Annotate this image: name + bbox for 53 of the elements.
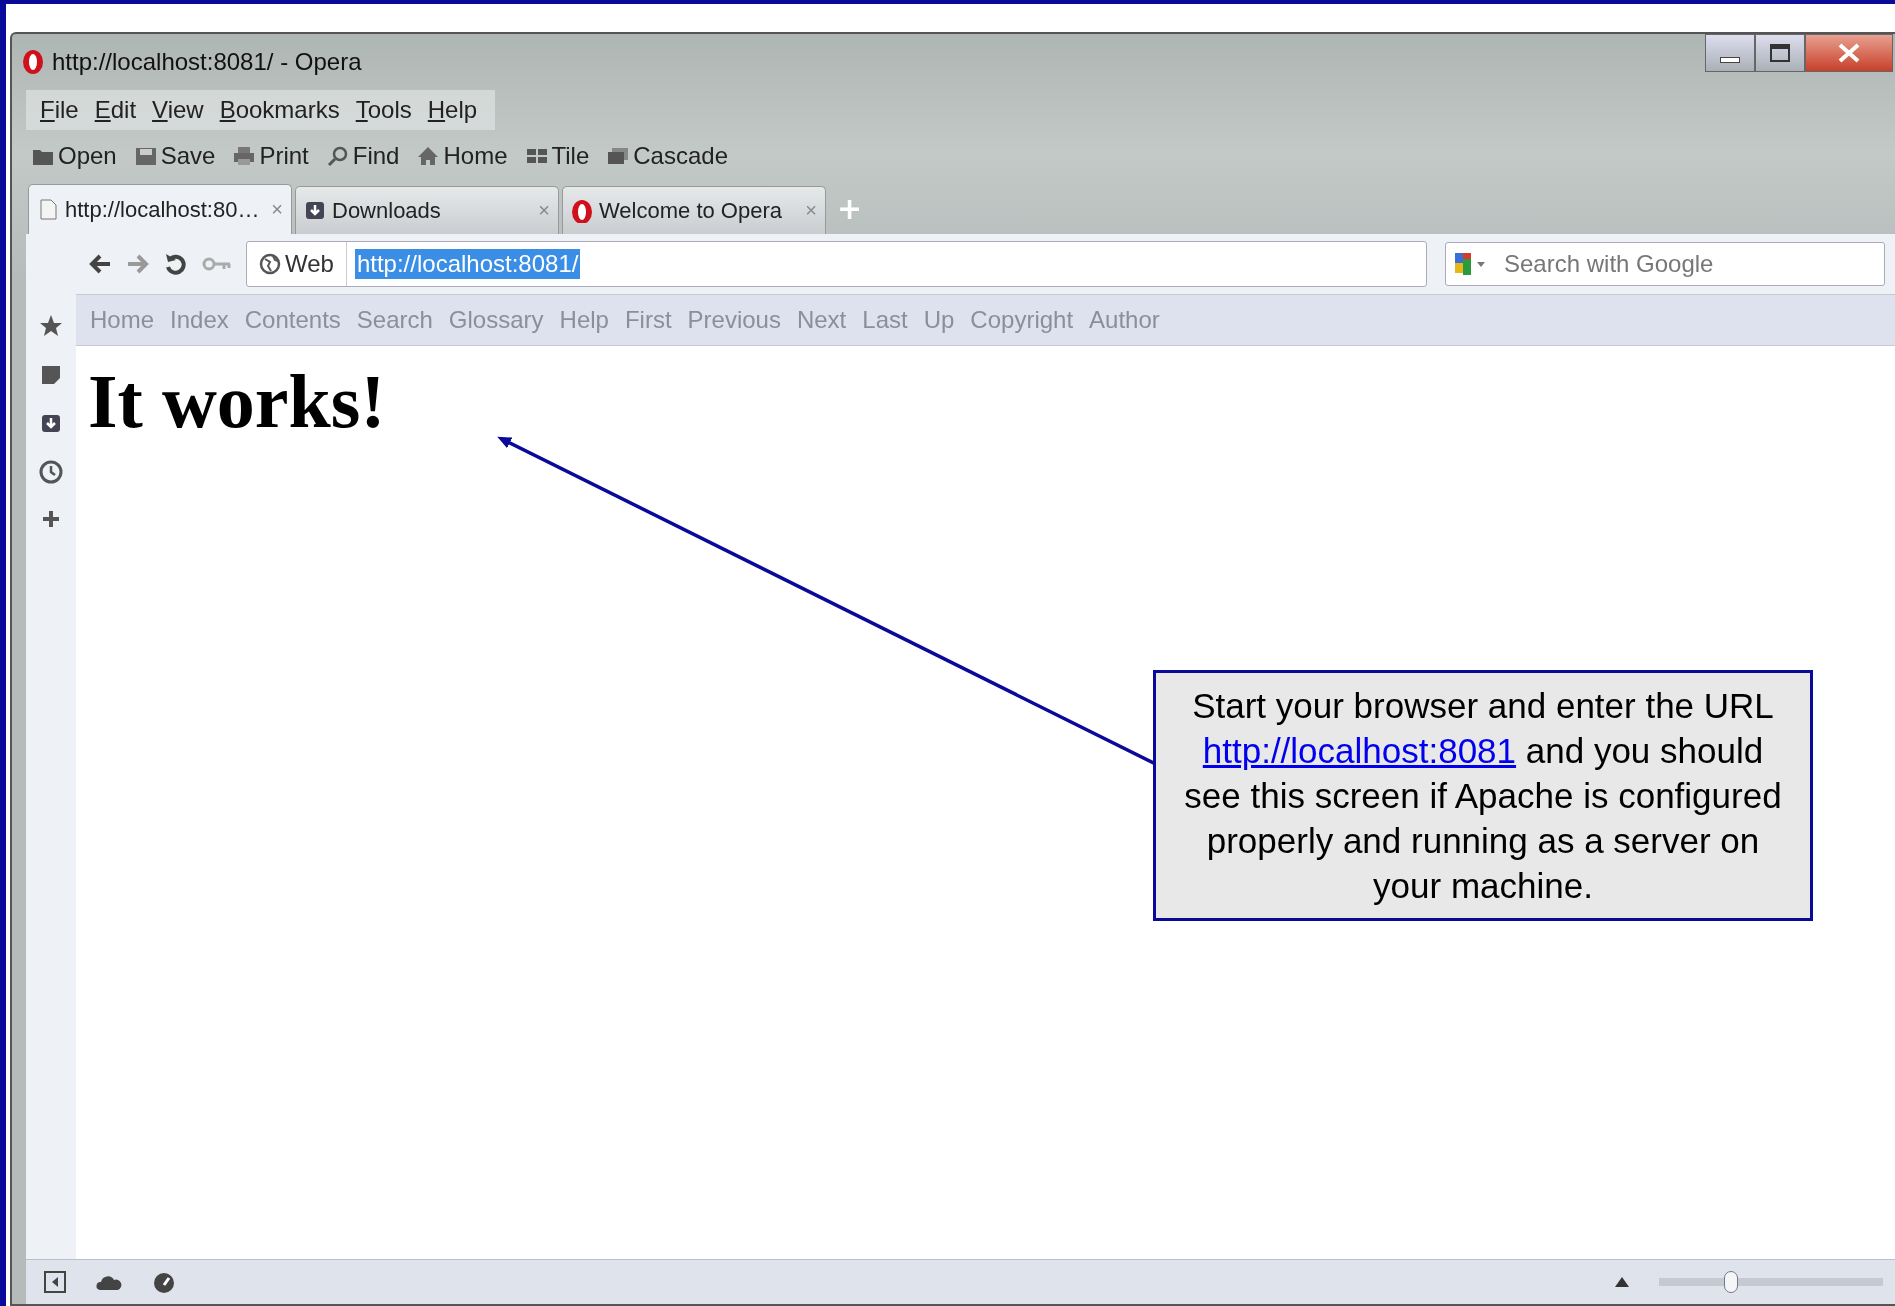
- panel-toggle-icon[interactable]: [44, 1271, 66, 1293]
- window-icon: [607, 145, 630, 167]
- note-icon[interactable]: [40, 364, 62, 386]
- plus-icon[interactable]: [42, 510, 60, 528]
- tab-label: Welcome to Opera: [599, 197, 783, 224]
- tab[interactable]: Welcome to Opera ×: [562, 186, 826, 234]
- page-heading: It works!: [88, 358, 386, 445]
- slider-thumb[interactable]: [1724, 1271, 1739, 1293]
- tab[interactable]: Downloads ×: [295, 186, 559, 234]
- search-icon: [326, 145, 349, 167]
- tab[interactable]: http://localhost:80… ×: [28, 184, 292, 234]
- callout-text: Start your browser and enter the URL http://localhost:8081 and you should see this screen if Apache is configured properly and running as a server on your machine.: [1153, 670, 1813, 921]
- printer-icon: [233, 145, 256, 167]
- window-title: http://localhost:8081/ - Opera: [52, 48, 362, 76]
- speedometer-icon[interactable]: [152, 1271, 176, 1293]
- maximize-icon: [1770, 44, 1790, 62]
- tab-label: Downloads: [332, 197, 442, 224]
- toolbar-button[interactable]: Tile: [525, 142, 590, 170]
- minimize-button[interactable]: [1705, 34, 1755, 72]
- globe-icon: [259, 253, 281, 275]
- search-field[interactable]: Search with Google: [1445, 242, 1885, 286]
- menu-item[interactable]: Help: [421, 94, 488, 126]
- tab-label: http://localhost:80…: [65, 196, 261, 223]
- toolbar-button[interactable]: Home: [417, 142, 508, 170]
- back-icon[interactable]: [88, 253, 112, 275]
- download-icon[interactable]: [40, 412, 62, 434]
- toolbar-button[interactable]: Open: [32, 142, 117, 170]
- menu-item[interactable]: Tools: [349, 94, 422, 126]
- page-icon: [37, 197, 59, 222]
- url-link[interactable]: http://localhost:8081: [1202, 731, 1517, 770]
- menu-item[interactable]: Bookmarks: [213, 94, 350, 126]
- opera-logo-icon: [571, 198, 593, 223]
- toolbar-button[interactable]: Save: [134, 142, 216, 170]
- maximize-button[interactable]: [1755, 34, 1805, 72]
- clock-icon[interactable]: [39, 460, 63, 484]
- up-triangle-icon[interactable]: [1615, 1277, 1629, 1287]
- close-icon: [1838, 43, 1860, 63]
- toolbar-button[interactable]: Print: [233, 142, 309, 170]
- minimize-icon: [1720, 57, 1740, 63]
- opera-logo-icon: [22, 49, 44, 75]
- reload-icon[interactable]: [164, 252, 188, 276]
- home-icon: [417, 145, 440, 167]
- menu-item[interactable]: File: [34, 94, 89, 126]
- toolbar-button[interactable]: Find: [326, 142, 400, 170]
- address-field[interactable]: Web http://localhost:8081/: [246, 241, 1427, 287]
- cloud-icon[interactable]: [96, 1273, 122, 1291]
- web-scope-label: Web: [247, 242, 347, 286]
- close-button[interactable]: [1805, 34, 1893, 72]
- url-text: http://localhost:8081/: [354, 249, 581, 279]
- menu-item[interactable]: View: [146, 94, 214, 126]
- toolbar-button[interactable]: Cascade: [607, 142, 728, 170]
- menu-item[interactable]: Edit: [88, 94, 147, 126]
- star-icon[interactable]: [39, 314, 63, 338]
